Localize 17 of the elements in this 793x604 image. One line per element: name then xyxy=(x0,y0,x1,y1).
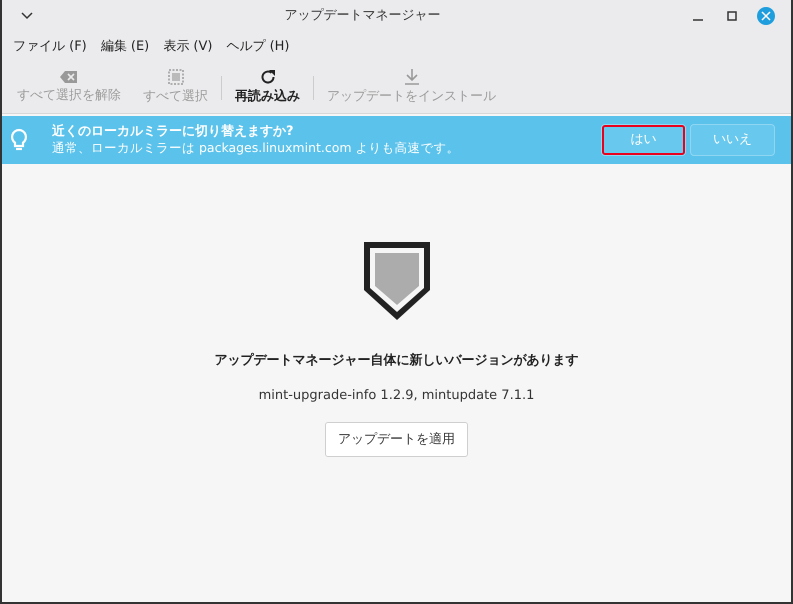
menu-item[interactable]: ヘルプ (H) xyxy=(219,37,296,57)
refresh-icon xyxy=(260,68,276,85)
menu-item[interactable]: 編集 (E) xyxy=(94,37,156,57)
toolbar-button[interactable]: 再読み込み xyxy=(224,64,311,110)
lightbulb-icon xyxy=(10,128,28,152)
menu-item[interactable]: ファイル (F) xyxy=(6,37,94,57)
select-all-icon xyxy=(168,68,184,85)
version-text: mint-upgrade-info 1.2.9, mintupdate 7.1.1 xyxy=(258,387,534,406)
clear-icon xyxy=(60,70,78,84)
info-title: 近くのローカルミラーに切り替えますか? xyxy=(52,124,295,140)
menu-item[interactable]: 表示 (V) xyxy=(156,37,220,57)
close-icon[interactable] xyxy=(757,7,775,25)
info-message: 通常、ローカルミラーは packages.linuxmint.com よりも高速です。 xyxy=(52,140,461,156)
apply-update-button[interactable]: アップデートを適用 xyxy=(325,422,468,458)
window-title: アップデートマネージャー xyxy=(284,8,440,24)
update-heading: アップデートマネージャー自体に新しいバージョンがあります xyxy=(214,352,578,370)
download-icon xyxy=(404,68,418,85)
